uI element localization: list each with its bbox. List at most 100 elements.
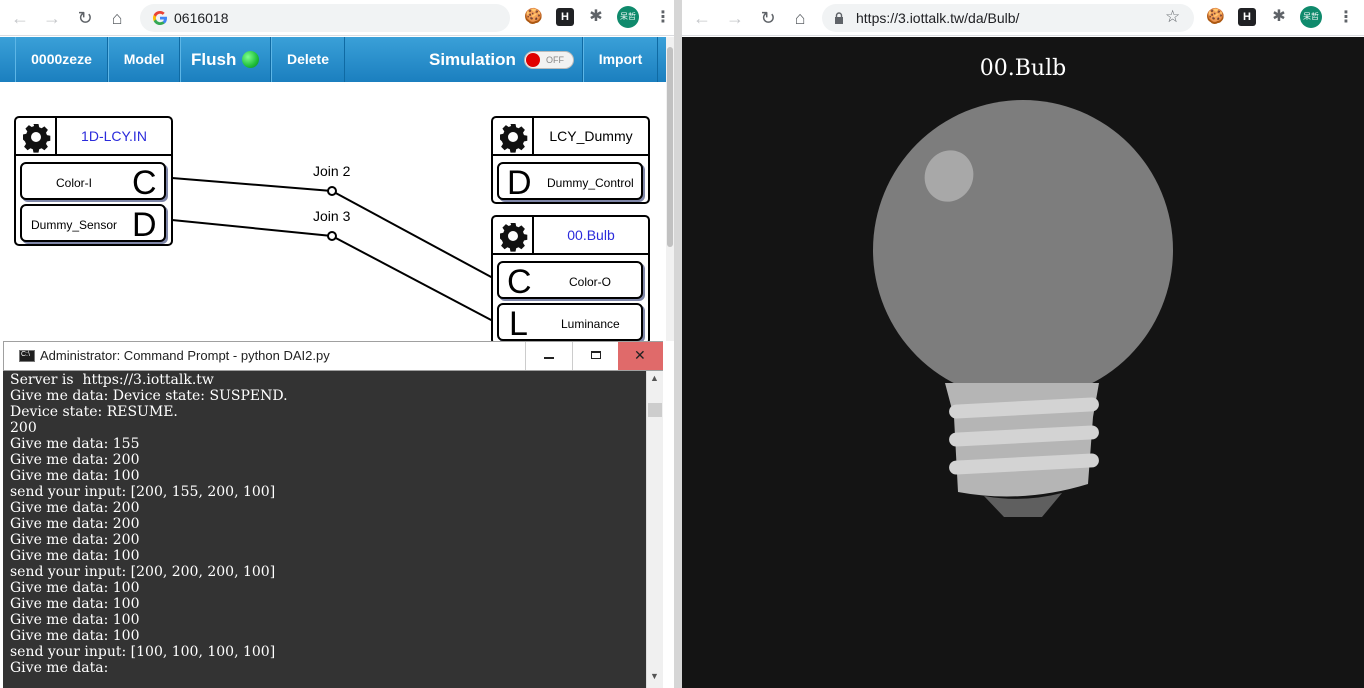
simulation-state: OFF (546, 55, 564, 65)
device-name[interactable]: 1D-LCY.IN (57, 128, 171, 144)
console-line: Give me data: 100 (10, 628, 140, 644)
back-arrow-icon[interactable]: ← (690, 6, 714, 30)
model-button[interactable]: Model (108, 37, 180, 82)
feature-luminance[interactable]: L Luminance (497, 303, 643, 343)
home-icon[interactable]: ⌂ (105, 6, 129, 30)
bookmark-star-icon[interactable]: ☆ (1165, 7, 1180, 27)
join-3-node (327, 231, 337, 241)
console-line: Give me data: 100 (10, 468, 140, 484)
feature-dummy-control[interactable]: D Dummy_Control (497, 162, 643, 202)
device-header: LCY_Dummy (493, 118, 648, 156)
window-divider (674, 0, 682, 688)
project-button[interactable]: 0000zeze (15, 37, 108, 82)
bulb-page: 00.Bulb (682, 37, 1364, 688)
bulb-title: 00.Bulb (979, 56, 1067, 81)
console-line: Give me data: 100 (10, 612, 140, 628)
feature-type-letter: C (132, 164, 157, 202)
back-arrow-icon[interactable]: ← (8, 6, 32, 30)
light-bulb-graphic (873, 100, 1173, 517)
gear-icon[interactable] (497, 220, 529, 252)
flush-status-indicator (242, 51, 259, 68)
reload-icon[interactable]: ↻ (73, 6, 97, 30)
home-icon[interactable]: ⌂ (788, 6, 812, 30)
puzzle-extensions-icon[interactable]: ✱ (1270, 8, 1288, 26)
console-line: Give me data: 155 (10, 436, 140, 452)
gear-icon[interactable] (20, 121, 52, 153)
right-browser-toolbar: ← → ↻ ⌂ https://3.iottalk.tw/da/Bulb/ ☆ … (682, 0, 1364, 36)
console-line: send your input: [100, 100, 100, 100] (10, 644, 276, 660)
feature-type-letter: C (507, 263, 532, 301)
cmd-app-icon: C:\ (19, 350, 35, 362)
iottalk-toolbar: 0000zeze Model Flush Delete Simulation O… (0, 37, 666, 82)
feature-dummy-sensor[interactable]: Dummy_Sensor D (20, 204, 166, 244)
input-device-box[interactable]: 1D-LCY.IN Color-I C Dummy_Sensor D (14, 116, 173, 246)
omnibox[interactable]: https://3.iottalk.tw/da/Bulb/ ☆ (822, 4, 1194, 32)
puzzle-extensions-icon[interactable]: ✱ (587, 8, 605, 26)
left-page-scrollbar[interactable] (666, 37, 674, 341)
reload-icon[interactable]: ↻ (756, 6, 780, 30)
delete-button[interactable]: Delete (271, 37, 345, 82)
device-name[interactable]: LCY_Dummy (534, 128, 648, 144)
left-browser-toolbar: ← → ↻ ⌂ 0616018 🍪 H ✱ 呆哲 ⋮ (0, 0, 674, 36)
toggle-knob (526, 53, 540, 67)
close-icon: ✕ (634, 347, 646, 363)
cmd-title-text: Administrator: Command Prompt - python D… (40, 348, 330, 363)
console-line: send your input: [200, 155, 200, 100] (10, 484, 276, 500)
menu-kebab-icon[interactable]: ⋮ (1338, 8, 1354, 28)
simulation-label: Simulation (429, 50, 516, 69)
omnibox[interactable]: 0616018 (140, 4, 510, 32)
feature-type-letter: D (507, 164, 532, 202)
omnibox-text: 0616018 (174, 10, 229, 26)
flush-label: Flush (191, 50, 237, 69)
import-button[interactable]: Import (583, 37, 658, 82)
feature-type-letter: L (509, 305, 528, 343)
google-g-icon (153, 11, 167, 25)
dummy-device-box[interactable]: LCY_Dummy D Dummy_Control (491, 116, 650, 204)
simulation-toggle[interactable]: OFF (524, 51, 574, 69)
forward-arrow-icon[interactable]: → (40, 6, 64, 30)
feature-color-i[interactable]: Color-I C (20, 162, 166, 202)
console-line: 200 (10, 420, 37, 436)
cmd-console[interactable]: Server is https://3.iottalk.tw Give me da… (3, 371, 646, 688)
join-3-label[interactable]: Join 3 (313, 208, 350, 224)
flush-button[interactable]: Flush (180, 37, 271, 82)
feature-label: Color-O (569, 275, 612, 289)
console-line: send your input: [200, 200, 200, 100] (10, 564, 276, 580)
console-line: Give me data: 100 (10, 548, 140, 564)
join-2-label[interactable]: Join 2 (313, 163, 350, 179)
h-extension-icon[interactable]: H (1238, 8, 1256, 26)
scroll-down-icon[interactable]: ▼ (650, 671, 659, 681)
minimize-button[interactable] (525, 342, 572, 370)
feature-label: Luminance (561, 317, 620, 331)
scrollbar-thumb[interactable] (648, 403, 662, 417)
cookie-extension-icon[interactable]: 🍪 (524, 8, 543, 26)
scrollbar-thumb[interactable] (667, 47, 673, 247)
gear-icon[interactable] (497, 121, 529, 153)
join-2-node (327, 186, 337, 196)
feature-color-o[interactable]: C Color-O (497, 261, 643, 301)
profile-avatar[interactable]: 呆哲 (1300, 6, 1322, 28)
console-line: Give me data: Device state: SUSPEND. (10, 388, 288, 404)
feature-label: Dummy_Control (547, 176, 634, 190)
maximize-button[interactable] (572, 342, 618, 370)
console-line: Give me data: 200 (10, 532, 140, 548)
console-line: Give me data: 200 (10, 500, 140, 516)
cookie-extension-icon[interactable]: 🍪 (1206, 8, 1225, 26)
profile-avatar[interactable]: 呆哲 (617, 6, 639, 28)
feature-type-letter: D (132, 206, 157, 244)
device-header: 1D-LCY.IN (16, 118, 171, 156)
console-line: Give me data: 200 (10, 452, 140, 468)
forward-arrow-icon[interactable]: → (723, 6, 747, 30)
console-line: Give me data: (10, 660, 109, 676)
cmd-titlebar[interactable]: C:\ Administrator: Command Prompt - pyth… (3, 341, 663, 371)
close-button[interactable]: ✕ (618, 342, 663, 370)
lock-icon[interactable] (834, 12, 844, 24)
h-extension-icon[interactable]: H (556, 8, 574, 26)
scroll-up-icon[interactable]: ▲ (650, 373, 659, 383)
device-name[interactable]: 00.Bulb (534, 227, 648, 243)
bulb-device-box[interactable]: 00.Bulb C Color-O L Luminance (491, 215, 650, 345)
feature-label: Dummy_Sensor (31, 218, 118, 232)
cmd-scrollbar[interactable]: ▲ ▼ (646, 371, 663, 688)
console-line: Device state: RESUME. (10, 404, 178, 420)
menu-kebab-icon[interactable]: ⋮ (655, 8, 671, 28)
